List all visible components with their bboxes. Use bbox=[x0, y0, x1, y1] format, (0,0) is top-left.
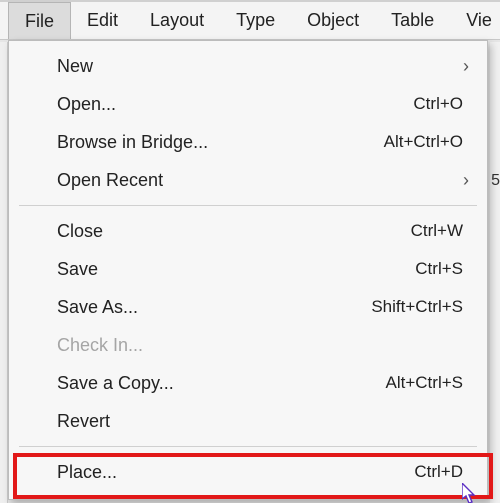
menubar-label: File bbox=[25, 11, 54, 32]
menubar-label: Table bbox=[391, 10, 434, 31]
menu-item-label: Browse in Bridge... bbox=[57, 132, 384, 153]
file-menu-dropdown: New › Open... Ctrl+O Browse in Bridge...… bbox=[8, 40, 488, 500]
menubar-item-edit[interactable]: Edit bbox=[71, 2, 134, 39]
menubar-item-layout[interactable]: Layout bbox=[134, 2, 220, 39]
chevron-right-icon: › bbox=[455, 170, 469, 191]
menubar-label: Layout bbox=[150, 10, 204, 31]
menu-item-label: Save As... bbox=[57, 297, 371, 318]
menu-item-save-a-copy[interactable]: Save a Copy... Alt+Ctrl+S bbox=[9, 364, 487, 402]
background-left-strip bbox=[0, 42, 8, 503]
menu-item-new[interactable]: New › bbox=[9, 47, 487, 85]
menu-item-label: Open... bbox=[57, 94, 413, 115]
menu-item-save[interactable]: Save Ctrl+S bbox=[9, 250, 487, 288]
menubar-item-type[interactable]: Type bbox=[220, 2, 291, 39]
menu-item-shortcut: Shift+Ctrl+S bbox=[371, 297, 469, 317]
menubar-item-view[interactable]: Vie bbox=[450, 2, 500, 39]
menu-item-label: New bbox=[57, 56, 455, 77]
menu-item-shortcut: Alt+Ctrl+O bbox=[384, 132, 469, 152]
menubar-item-table[interactable]: Table bbox=[375, 2, 450, 39]
menu-item-check-in: Check In... bbox=[9, 326, 487, 364]
menu-item-save-as[interactable]: Save As... Shift+Ctrl+S bbox=[9, 288, 487, 326]
menubar-label: Type bbox=[236, 10, 275, 31]
background-right-strip bbox=[490, 42, 500, 503]
menu-item-close[interactable]: Close Ctrl+W bbox=[9, 212, 487, 250]
menu-item-shortcut: Ctrl+O bbox=[413, 94, 469, 114]
menu-item-label: Save a Copy... bbox=[57, 373, 386, 394]
chevron-right-icon: › bbox=[455, 56, 469, 77]
menubar-item-object[interactable]: Object bbox=[291, 2, 375, 39]
menu-item-shortcut: Ctrl+W bbox=[411, 221, 469, 241]
menubar: File Edit Layout Type Object Table Vie bbox=[0, 0, 500, 40]
menubar-label: Vie bbox=[466, 10, 492, 31]
menubar-label: Edit bbox=[87, 10, 118, 31]
menu-item-label: Save bbox=[57, 259, 415, 280]
menu-separator bbox=[19, 205, 477, 206]
menu-item-revert[interactable]: Revert bbox=[9, 402, 487, 440]
menu-item-label: Place... bbox=[57, 462, 414, 483]
menu-item-open-recent[interactable]: Open Recent › bbox=[9, 161, 487, 199]
menu-item-shortcut: Ctrl+S bbox=[415, 259, 469, 279]
menubar-item-file[interactable]: File bbox=[8, 2, 71, 39]
menu-item-label: Check In... bbox=[57, 335, 469, 356]
menu-item-shortcut: Alt+Ctrl+S bbox=[386, 373, 469, 393]
background-number-hint: 5 bbox=[491, 172, 500, 190]
menu-item-browse-in-bridge[interactable]: Browse in Bridge... Alt+Ctrl+O bbox=[9, 123, 487, 161]
menu-item-open[interactable]: Open... Ctrl+O bbox=[9, 85, 487, 123]
menu-item-label: Open Recent bbox=[57, 170, 455, 191]
menu-item-place[interactable]: Place... Ctrl+D bbox=[9, 453, 487, 491]
menu-item-label: Close bbox=[57, 221, 411, 242]
menu-item-shortcut: Ctrl+D bbox=[414, 462, 469, 482]
menu-separator bbox=[19, 446, 477, 447]
menubar-label: Object bbox=[307, 10, 359, 31]
menu-item-label: Revert bbox=[57, 411, 469, 432]
